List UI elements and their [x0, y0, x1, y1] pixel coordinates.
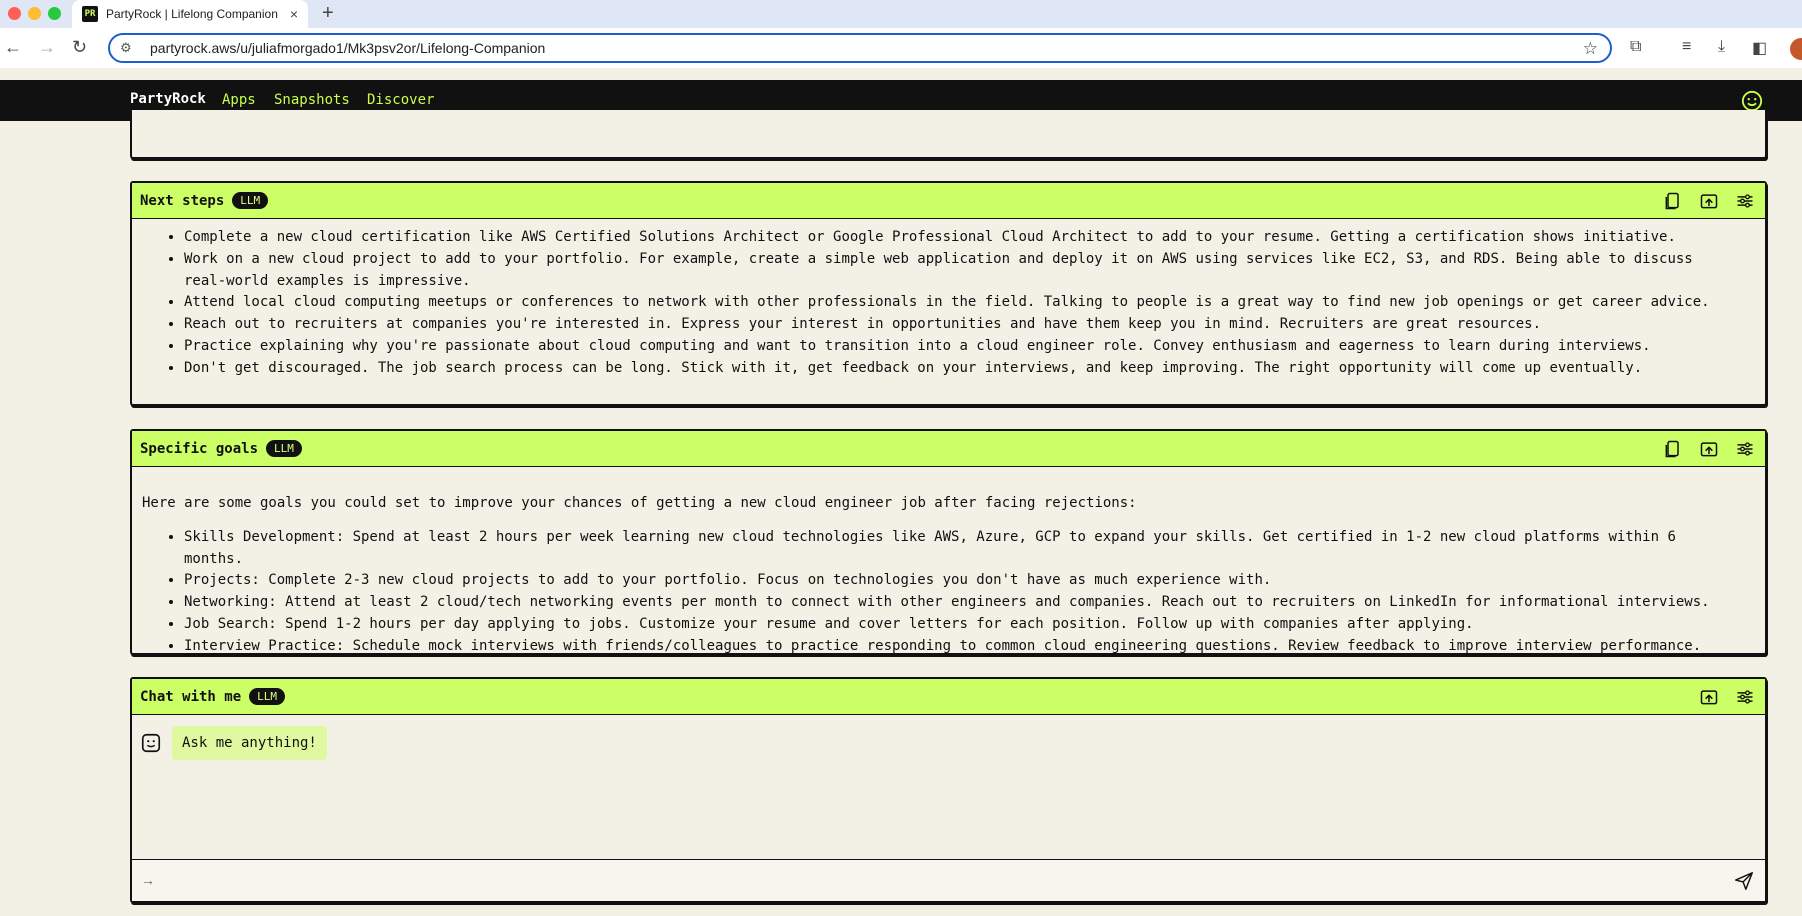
nav-apps[interactable]: Apps [222, 92, 256, 108]
download-icon[interactable]: ⤓ [1718, 38, 1725, 56]
settings-sliders-icon[interactable] [1735, 191, 1755, 211]
chat-widget: Chat with me LLM Ask me anything! → [130, 677, 1767, 903]
export-icon[interactable] [1699, 439, 1719, 459]
url-text[interactable]: partyrock.aws/u/juliafmorgado1/Mk3psv2or… [150, 40, 545, 56]
list-item: Job Search: Spend 1-2 hours per day appl… [184, 614, 1765, 636]
list-item: Practice explaining why you're passionat… [184, 336, 1765, 358]
list-item: Interview Practice: Schedule mock interv… [184, 636, 1765, 658]
list-item: Complete a new cloud certification like … [184, 227, 1765, 249]
input-arrow-icon: → [141, 872, 155, 888]
llm-badge: LLM [266, 440, 302, 457]
list-item: Don't get discouraged. The job search pr… [184, 358, 1765, 380]
side-panel-icon[interactable]: ◧ [1752, 38, 1767, 58]
widget-title: Specific goals [140, 440, 259, 457]
export-icon[interactable] [1699, 191, 1719, 211]
partyrock-logo[interactable]: PartyRock [130, 91, 206, 107]
widget-title: Next steps [140, 192, 225, 209]
previous-widget-bottom [130, 110, 1767, 159]
close-window-button[interactable] [8, 7, 21, 20]
tab-title: PartyRock | Lifelong Companion [106, 7, 278, 21]
settings-sliders-icon[interactable] [1735, 687, 1755, 707]
browser-tab[interactable]: PR PartyRock | Lifelong Companion × [72, 0, 308, 28]
list-item: Work on a new cloud project to add to yo… [184, 249, 1765, 293]
profile-avatar[interactable] [1790, 38, 1802, 60]
copy-icon[interactable] [1663, 191, 1683, 211]
export-icon[interactable] [1699, 687, 1719, 707]
back-arrow-icon[interactable]: ← [4, 37, 22, 57]
chat-header: Chat with me LLM [132, 679, 1765, 715]
llm-badge: LLM [249, 688, 286, 705]
list-item: Skills Development: Spend at least 2 hou… [184, 527, 1765, 571]
nav-snapshots[interactable]: Snapshots [274, 92, 350, 108]
bookmark-star-icon[interactable]: ☆ [1583, 39, 1598, 59]
list-item: Networking: Attend at least 2 cloud/tech… [184, 592, 1765, 614]
goals-list: Skills Development: Spend at least 2 hou… [132, 527, 1765, 658]
chat-message: Ask me anything! [140, 726, 327, 760]
specific-goals-widget: Specific goals LLM Here are some goals y… [130, 429, 1767, 655]
list-item: Projects: Complete 2-3 new cloud project… [184, 570, 1765, 592]
reload-icon[interactable]: ↻ [72, 37, 87, 57]
list-item: Reach out to recruiters at companies you… [184, 314, 1765, 336]
tab-close-icon[interactable]: × [290, 6, 298, 22]
next-steps-content: Complete a new cloud certification like … [132, 219, 1765, 380]
next-steps-list: Complete a new cloud certification like … [132, 227, 1765, 380]
new-tab-button[interactable]: + [322, 2, 334, 25]
copy-icon[interactable] [1663, 439, 1683, 459]
goals-intro-text: Here are some goals you could set to imp… [142, 495, 1137, 511]
specific-goals-content: Here are some goals you could set to imp… [132, 467, 1765, 658]
browser-tab-bar: PR PartyRock | Lifelong Companion × + [0, 0, 1802, 28]
settings-sliders-icon[interactable] [1735, 439, 1755, 459]
llm-badge: LLM [232, 192, 269, 209]
maximize-window-button[interactable] [48, 7, 61, 20]
specific-goals-header: Specific goals LLM [132, 431, 1765, 467]
send-icon[interactable] [1733, 870, 1755, 892]
site-settings-icon[interactable]: ⚙ [120, 40, 138, 56]
media-control-icon[interactable]: ≡ [1682, 38, 1691, 56]
forward-arrow-icon[interactable]: → [38, 37, 56, 57]
next-steps-header: Next steps LLM [132, 183, 1765, 219]
user-smiley-icon[interactable] [1741, 90, 1763, 112]
next-steps-widget: Next steps LLM Complete a new cloud cert… [130, 181, 1767, 406]
browser-toolbar: ← → ↻ ⚙ partyrock.aws/u/juliafmorgado1/M… [0, 28, 1802, 68]
extensions-icon[interactable]: ⧉ [1630, 38, 1641, 56]
chat-input-bar: → [132, 859, 1765, 901]
chat-bubble: Ask me anything! [172, 726, 327, 760]
bot-face-icon [141, 733, 161, 753]
address-bar[interactable]: ⚙ partyrock.aws/u/juliafmorgado1/Mk3psv2… [108, 33, 1612, 63]
partyrock-favicon-icon: PR [82, 6, 98, 22]
minimize-window-button[interactable] [28, 7, 41, 20]
widget-title: Chat with me [140, 688, 242, 705]
nav-discover[interactable]: Discover [367, 92, 434, 108]
list-item: Attend local cloud computing meetups or … [184, 292, 1765, 314]
chat-input[interactable] [132, 860, 1765, 901]
